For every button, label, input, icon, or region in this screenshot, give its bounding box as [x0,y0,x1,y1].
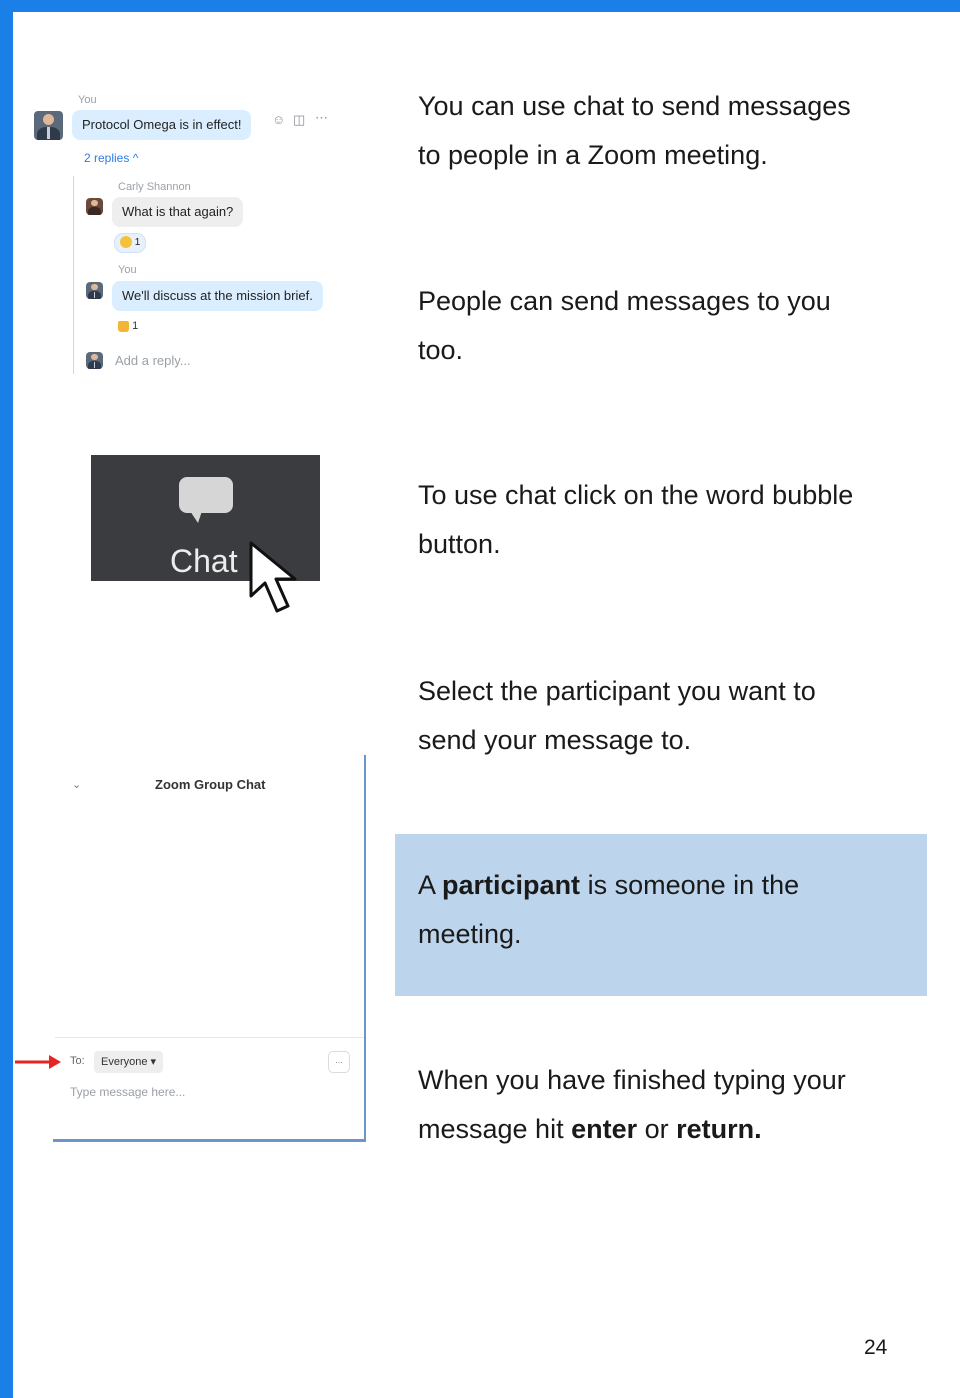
text-line: button. [418,529,501,559]
reaction-badge[interactable]: 1 [118,320,138,332]
mouse-pointer-icon [249,541,297,613]
emoji-reaction-icon[interactable]: ☺ [272,112,285,127]
thumbs-up-icon [118,320,129,332]
bold-term: return. [676,1114,762,1144]
text-segment: A [418,870,443,900]
text-line: You can use chat to send messages [418,91,851,121]
chat-bubble-tail [190,511,202,523]
panel-border-bottom [53,1139,366,1142]
sender-label: You [78,94,97,106]
definition-paragraph: A participant is someone in the meeting. [418,861,918,959]
red-arrow-icon [15,1055,61,1069]
message-input[interactable]: Type message here... [70,1085,185,1099]
bold-term: enter [571,1114,638,1144]
select-paragraph: Select the participant you want to send … [418,667,918,765]
text-line: When you have finished typing your [418,1065,846,1095]
avatar [86,352,103,369]
reaction-count: 1 [134,237,141,248]
replies-link[interactable]: 2 replies ^ [84,151,138,165]
to-label: To: [70,1055,85,1067]
chat-bubble-icon [179,477,233,513]
sender-label: Carly Shannon [118,181,191,193]
chevron-down-icon: ▾ [150,1056,157,1068]
text-line: To use chat click on the word bubble [418,480,854,510]
message-bubble: We'll discuss at the mission brief. [112,281,323,311]
thread-line [73,176,74,374]
button-paragraph: To use chat click on the word bubble but… [418,471,918,569]
recipient-value: Everyone [101,1056,148,1068]
sender-label: You [118,264,137,276]
chat-button-label: Chat [170,543,238,579]
recipient-dropdown[interactable]: Everyone ▾ [94,1051,164,1073]
text-line: too. [418,335,464,365]
chevron-down-icon[interactable]: ⌄ [72,778,81,791]
reply-input[interactable]: Add a reply... [115,353,191,368]
page-number: 24 [864,1336,888,1359]
text-segment: or [637,1114,677,1144]
page-frame-left [0,0,13,1398]
text-line: meeting. [418,919,522,949]
text-line: Select the participant you want to [418,676,816,706]
message-bubble: Protocol Omega is in effect! [72,110,252,140]
emoji-face-icon [120,236,132,249]
text-segment: message hit [418,1114,572,1144]
reaction-count: 1 [132,320,139,332]
intro-paragraph: You can use chat to send messages to peo… [418,82,918,180]
text-line: send your message to. [418,725,692,755]
more-options-button[interactable]: ... [328,1051,350,1073]
reply-icon[interactable]: ◫ [293,112,305,128]
text-segment: is someone in the [580,870,800,900]
avatar [34,111,63,140]
message-bubble: What is that again? [112,197,244,227]
avatar [86,198,103,215]
text-line: to people in a Zoom meeting. [418,140,768,170]
avatar [86,282,103,299]
divider [55,1037,364,1038]
text-line: People can send messages to you [418,286,831,316]
page-frame-top [0,0,960,12]
bold-term: participant [442,870,581,900]
receive-paragraph: People can send messages to you too. [418,277,918,375]
reaction-badge[interactable]: 1 [114,233,147,253]
panel-border-right [364,755,366,1142]
more-options-icon[interactable]: ⋯ [315,110,328,126]
send-paragraph: When you have finished typing your messa… [418,1056,918,1154]
group-chat-title: Zoom Group Chat [155,777,266,792]
